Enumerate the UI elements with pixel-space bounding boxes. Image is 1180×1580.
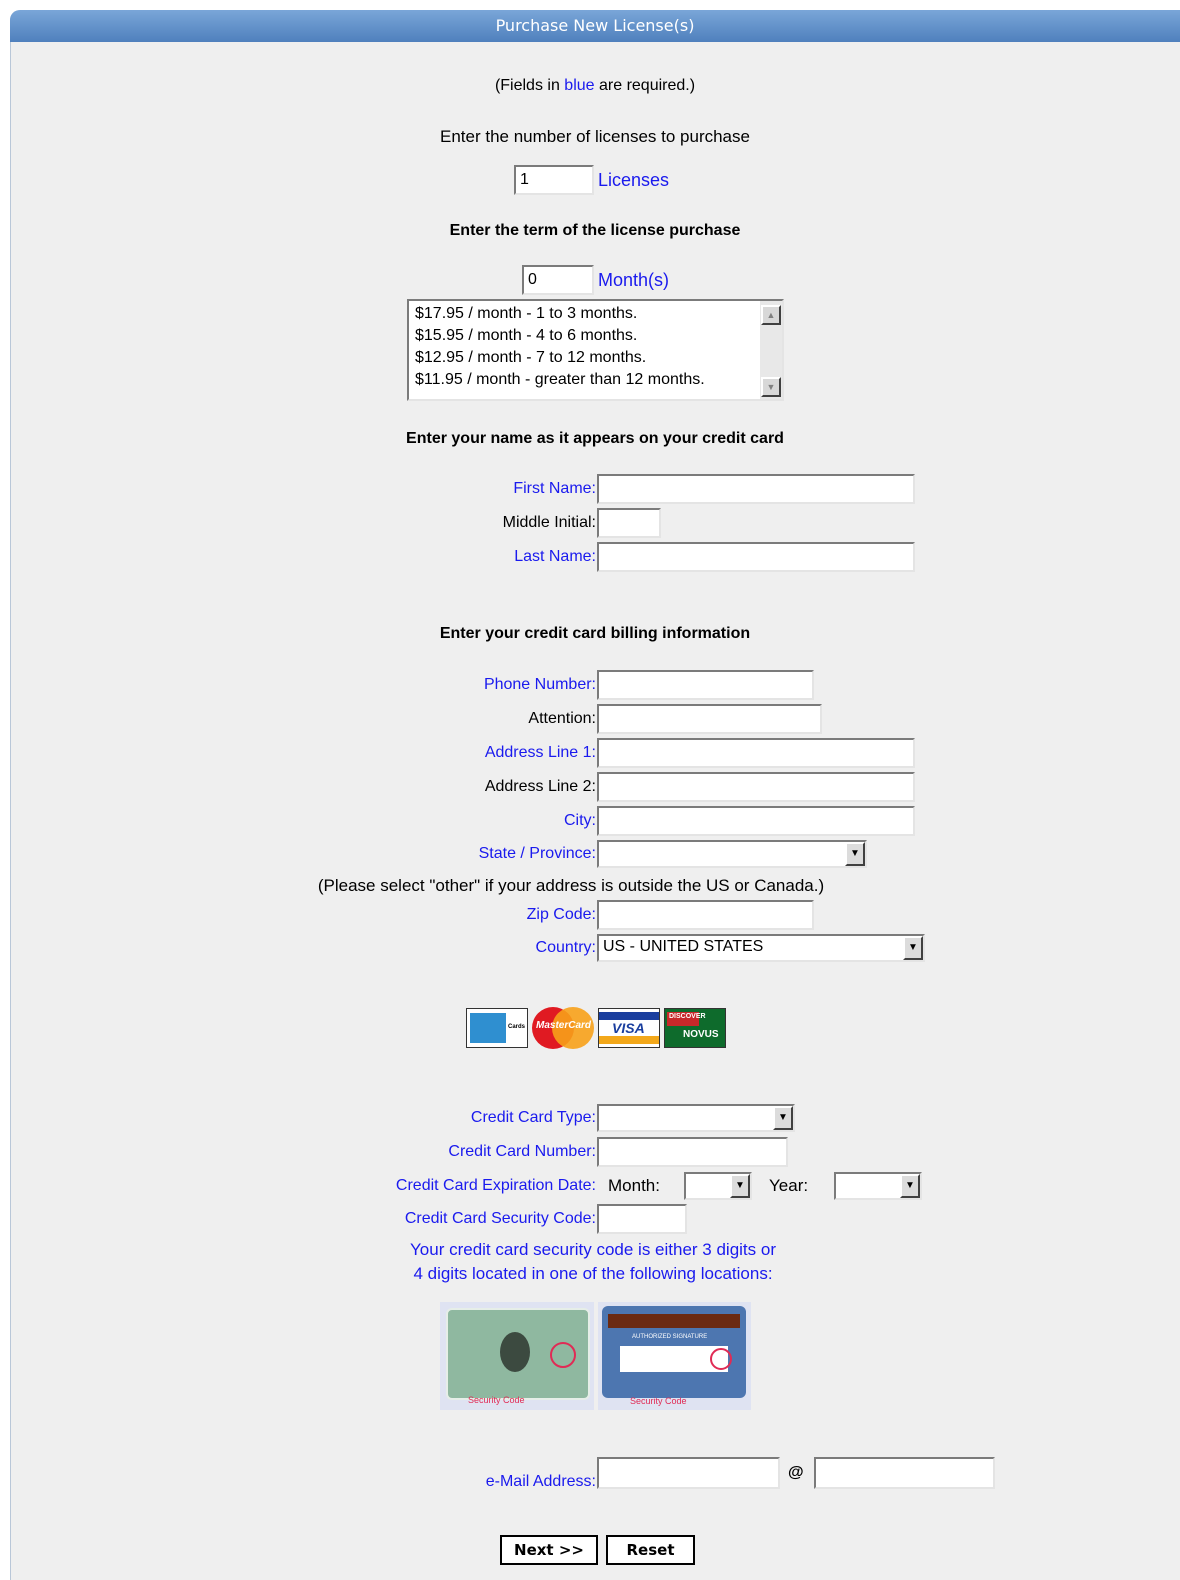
middle-initial-label: Middle Initial:: [502, 514, 596, 531]
expiration-month-label: Month:: [608, 1176, 660, 1195]
card-type-select[interactable]: ▼: [597, 1104, 795, 1132]
state-select[interactable]: ▼: [597, 840, 867, 868]
zip-input[interactable]: [597, 900, 814, 930]
first-name-label: First Name:: [513, 480, 596, 497]
term-heading: Enter the term of the license purchase: [449, 222, 741, 239]
window-title: Purchase New License(s): [10, 10, 1180, 42]
scroll-up-icon[interactable]: ▲: [761, 305, 781, 325]
country-value: US - UNITED STATES: [603, 938, 764, 955]
discover-logo-text: DISCOVER: [669, 1013, 706, 1020]
months-unit: Month(s): [598, 270, 670, 290]
mastercard-logo-text: MasterCard: [536, 1020, 592, 1031]
expiration-year-select[interactable]: ▼: [834, 1172, 922, 1200]
required-fields-note: (Fields in blue are required.): [10, 77, 1180, 95]
pricing-scrollbar[interactable]: ▲ ▼: [760, 301, 782, 399]
card-number-label: Credit Card Number:: [448, 1143, 596, 1160]
discover-novus-logo: DISCOVER NOVUS: [664, 1008, 726, 1048]
address-line-1-input[interactable]: [597, 738, 915, 768]
security-code-caption: Security Code: [468, 1395, 525, 1405]
chevron-down-icon[interactable]: ▼: [845, 842, 865, 866]
pricing-option[interactable]: $15.95 / month - 4 to 6 months.: [409, 325, 758, 347]
email-user-input[interactable]: [597, 1457, 780, 1489]
novus-logo-text: NOVUS: [683, 1029, 719, 1040]
amex-security-code-image: Security Code: [440, 1302, 594, 1410]
pricing-option[interactable]: $11.95 / month - greater than 12 months.: [409, 369, 758, 391]
address-line-2-input[interactable]: [597, 772, 915, 802]
state-note: (Please select "other" if your address i…: [317, 876, 825, 895]
pricing-option[interactable]: $17.95 / month - 1 to 3 months.: [409, 303, 758, 325]
chevron-down-icon[interactable]: ▼: [903, 936, 923, 960]
country-select[interactable]: US - UNITED STATES ▼: [597, 934, 925, 962]
licenses-input[interactable]: [514, 165, 594, 195]
next-button[interactable]: Next >>: [500, 1535, 598, 1565]
card-number-input[interactable]: [597, 1137, 788, 1167]
phone-input[interactable]: [597, 670, 814, 700]
amex-logo-text: Cards: [508, 1024, 526, 1030]
billing-heading: Enter your credit card billing informati…: [439, 625, 751, 642]
name-heading: Enter your name as it appears on your cr…: [406, 430, 784, 447]
intro-blue-word: blue: [564, 77, 595, 94]
state-label: State / Province:: [478, 845, 596, 862]
last-name-input[interactable]: [597, 542, 915, 572]
expiration-month-select[interactable]: ▼: [684, 1172, 752, 1200]
address-line-1-label: Address Line 1:: [484, 744, 596, 761]
security-code-caption: Security Code: [630, 1396, 687, 1406]
city-label: City:: [564, 812, 596, 829]
expiration-year-label: Year:: [769, 1176, 809, 1195]
intro-suffix: are required.): [594, 77, 696, 94]
security-code-label: Credit Card Security Code:: [404, 1210, 596, 1227]
chevron-down-icon[interactable]: ▼: [900, 1174, 920, 1198]
licenses-unit: Licenses: [598, 170, 670, 190]
phone-label: Phone Number:: [483, 676, 596, 693]
intro-prefix: (Fields in: [494, 77, 565, 94]
chevron-down-icon[interactable]: ▼: [730, 1174, 750, 1198]
card-type-label: Credit Card Type:: [470, 1109, 596, 1126]
expiration-label: Credit Card Expiration Date:: [395, 1177, 596, 1194]
last-name-label: Last Name:: [514, 548, 596, 565]
visa-logo: VISA: [598, 1008, 660, 1048]
address-line-2-label: Address Line 2:: [484, 778, 596, 795]
zip-label: Zip Code:: [526, 906, 596, 923]
pricing-options: $17.95 / month - 1 to 3 months. $15.95 /…: [409, 303, 758, 391]
country-label: Country:: [535, 939, 596, 956]
reset-button[interactable]: Reset: [606, 1535, 695, 1565]
card-back-security-code-image: AUTHORIZED SIGNATURE Security Code: [598, 1302, 751, 1410]
signature-caption: AUTHORIZED SIGNATURE: [632, 1334, 708, 1340]
attention-label: Attention:: [528, 710, 596, 727]
email-label: e-Mail Address:: [485, 1473, 596, 1490]
chevron-down-icon[interactable]: ▼: [773, 1106, 793, 1130]
months-input[interactable]: [522, 265, 594, 295]
visa-logo-text: VISA: [612, 1020, 645, 1036]
city-input[interactable]: [597, 806, 915, 836]
licenses-prompt: Enter the number of licenses to purchase: [440, 127, 750, 146]
first-name-input[interactable]: [597, 474, 915, 504]
middle-initial-input[interactable]: [597, 508, 661, 538]
amex-logo: Cards: [466, 1008, 528, 1048]
security-code-input[interactable]: [597, 1204, 687, 1234]
email-at-sign: @: [788, 1464, 804, 1481]
attention-input[interactable]: [597, 704, 822, 734]
mastercard-logo: MasterCard: [532, 1007, 594, 1049]
pricing-option[interactable]: $12.95 / month - 7 to 12 months.: [409, 347, 758, 369]
security-note-line-2: 4 digits located in one of the following…: [413, 1264, 773, 1283]
pricing-listbox[interactable]: $17.95 / month - 1 to 3 months. $15.95 /…: [407, 299, 784, 401]
email-domain-input[interactable]: [814, 1457, 995, 1489]
scroll-down-icon[interactable]: ▼: [761, 377, 781, 397]
security-note-line-1: Your credit card security code is either…: [410, 1240, 776, 1259]
